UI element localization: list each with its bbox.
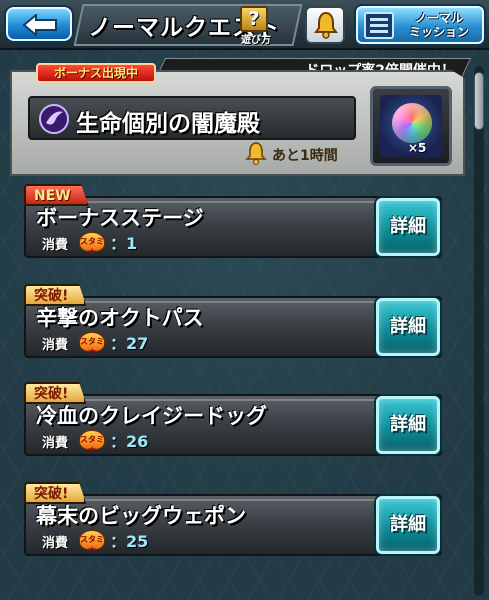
- quest-row[interactable]: NEW ボーナスステージ 消費 スタミナ ：1 詳細: [24, 184, 442, 258]
- notebook-icon: [364, 12, 394, 39]
- stamina-icon: スタミナ: [79, 332, 105, 357]
- quest-row[interactable]: 突破! 辛撃のオクトパス 消費 スタミナ ：27 詳細: [24, 284, 442, 358]
- stamina-label: スタミナ: [80, 237, 104, 257]
- detail-button[interactable]: 詳細: [376, 198, 440, 256]
- event-name: 生命個別の闇魔殿: [76, 111, 260, 137]
- top-bar: ノーマルクエスト ? 遊び方 ノーマル ミッション: [0, 0, 489, 50]
- drop-item-frame: ×5: [380, 95, 442, 157]
- time-remaining: あと1時間: [272, 148, 338, 164]
- mission-label-line1: ノーマル: [414, 11, 463, 25]
- cost-value: ：25: [110, 532, 149, 551]
- stamina-icon: スタミナ: [79, 430, 105, 455]
- drop-item-slot[interactable]: ×5: [370, 86, 452, 166]
- cost-value: ：27: [110, 334, 149, 353]
- rainbow-orb-icon: [392, 103, 432, 143]
- back-button[interactable]: [6, 7, 72, 41]
- quest-name: 辛撃のオクトパス: [36, 306, 204, 330]
- quest-row[interactable]: 突破! 冷血のクレイジードッグ 消費 スタミナ ：26 詳細: [24, 382, 442, 456]
- stamina-icon: スタミナ: [79, 232, 105, 257]
- bell-icon: [245, 142, 267, 165]
- cost-label: 消費: [42, 338, 69, 353]
- normal-mission-button[interactable]: ノーマル ミッション: [356, 6, 484, 44]
- stamina-label: スタミナ: [80, 337, 104, 357]
- cost-label: 消費: [42, 436, 69, 451]
- cost-label: 消費: [42, 238, 69, 253]
- detail-button[interactable]: 詳細: [376, 298, 440, 356]
- scrollbar-track[interactable]: [474, 66, 484, 596]
- stamina-icon: スタミナ: [79, 530, 105, 555]
- bell-icon: [314, 11, 338, 39]
- quest-name: ボーナスステージ: [36, 206, 204, 230]
- scrollbar-thumb[interactable]: [474, 72, 484, 130]
- detail-button-label: 詳細: [390, 316, 426, 337]
- cost-label: 消費: [42, 536, 69, 551]
- detail-button-label: 詳細: [390, 414, 426, 435]
- bonus-badge: ボーナス出現中: [36, 63, 156, 83]
- arrow-left-icon: [22, 14, 57, 36]
- detail-button[interactable]: 詳細: [376, 496, 440, 554]
- stamina-label: スタミナ: [80, 535, 104, 555]
- cost-value: ：26: [110, 432, 149, 451]
- quest-row[interactable]: 突破! 幕末のビッグウェポン 消費 スタミナ ：25 詳細: [24, 482, 442, 556]
- quest-name: 幕末のビッグウェポン: [36, 504, 246, 528]
- dark-element-icon: [39, 104, 69, 134]
- stamina-label: スタミナ: [80, 435, 104, 455]
- page-title: ノーマルクエスト: [88, 15, 280, 41]
- help-label: 遊び方: [241, 35, 271, 46]
- mission-label: ノーマル ミッション: [398, 11, 480, 39]
- detail-button-label: 詳細: [390, 514, 426, 535]
- cost-value: ：1: [110, 234, 138, 253]
- quest-name: 冷血のクレイジードッグ: [36, 404, 267, 428]
- notification-bell-button[interactable]: [305, 6, 345, 44]
- detail-button[interactable]: 詳細: [376, 396, 440, 454]
- drop-count: ×5: [408, 141, 427, 155]
- mission-label-line2: ミッション: [408, 25, 469, 39]
- detail-button-label: 詳細: [390, 216, 426, 237]
- help-button[interactable]: ? 遊び方: [236, 6, 276, 46]
- question-icon: ?: [240, 6, 268, 32]
